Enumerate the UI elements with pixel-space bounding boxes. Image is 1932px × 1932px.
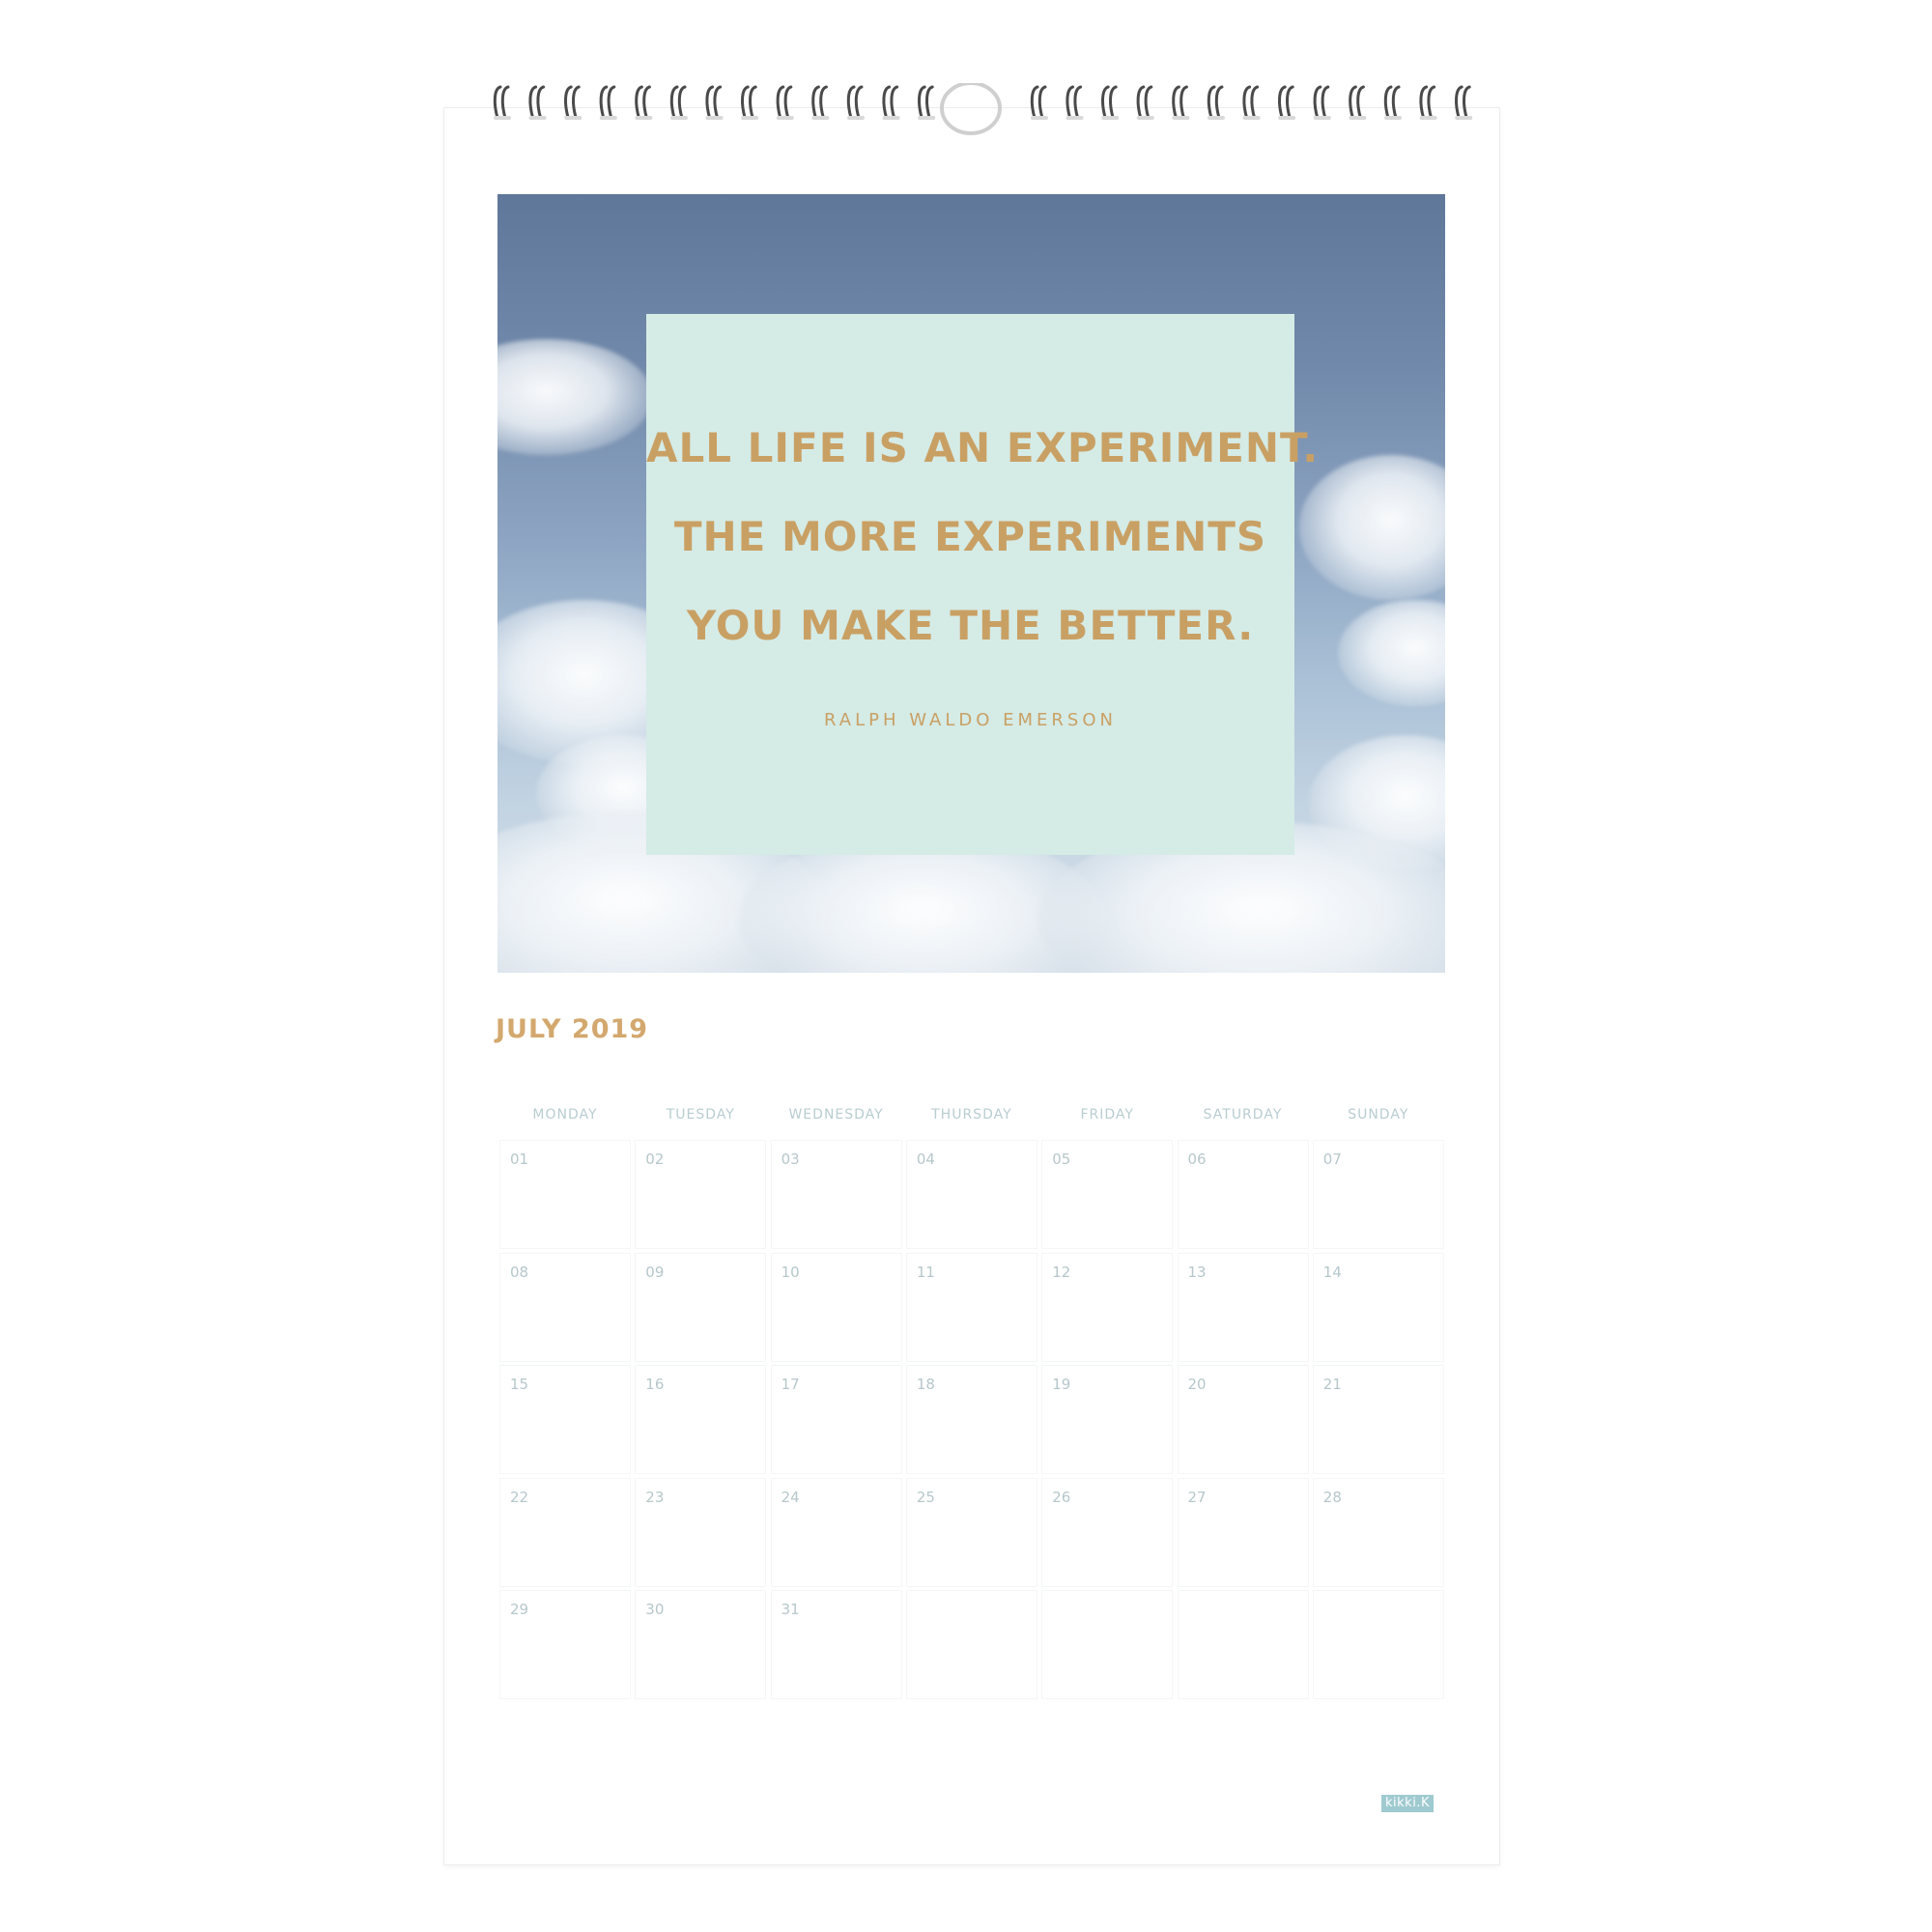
- binding-ring: [599, 85, 617, 120]
- binding-rings: [493, 83, 1473, 135]
- day-number: 13: [1187, 1263, 1207, 1281]
- weekday-header: FRIDAY: [1080, 1107, 1134, 1122]
- day-number: 25: [916, 1488, 935, 1506]
- cloud: [1299, 455, 1445, 600]
- day-number: 05: [1052, 1151, 1071, 1168]
- calendar-grid: MONDAY TUESDAY WEDNESDAY THURSDAY FRIDAY SATU…: [497, 1092, 1447, 1703]
- day-number: 08: [510, 1263, 529, 1281]
- quote-line-2: THE MORE EXPERIMENTS: [673, 513, 1267, 560]
- day-number: 29: [510, 1601, 529, 1618]
- wire-binding: [444, 83, 1499, 141]
- binding-ring: [528, 85, 547, 120]
- weekday-header: THURSDAY: [931, 1107, 1012, 1122]
- cloud: [1338, 600, 1445, 706]
- day-number: 28: [1322, 1488, 1342, 1506]
- weekday-header: TUESDAY: [666, 1107, 735, 1122]
- binding-ring: [918, 85, 936, 120]
- binding-ring: [1455, 85, 1473, 120]
- binding-ring: [635, 85, 653, 120]
- weekday-header: WEDNESDAY: [788, 1107, 884, 1122]
- day-number: 10: [781, 1263, 800, 1281]
- weekday-header: SUNDAY: [1348, 1107, 1409, 1122]
- binding-ring: [846, 85, 865, 120]
- day-number: 09: [645, 1263, 665, 1281]
- day-number: 19: [1052, 1376, 1071, 1393]
- day-cell: [1312, 1590, 1444, 1699]
- binding-ring: [1278, 85, 1296, 120]
- day-number: 06: [1187, 1151, 1207, 1168]
- binding-ring: [882, 85, 900, 120]
- binding-ring: [705, 85, 724, 120]
- cloud: [497, 339, 652, 455]
- day-number: 23: [645, 1488, 665, 1506]
- day-number: 07: [1322, 1151, 1342, 1168]
- binding-ring: [1101, 85, 1120, 120]
- brand-logo: kikki.K: [1381, 1795, 1434, 1812]
- day-number: 31: [781, 1601, 800, 1618]
- binding-ring: [1313, 85, 1331, 120]
- binding-ring: [1419, 85, 1437, 120]
- binding-ring: [811, 85, 830, 120]
- binding-ring: [1136, 85, 1154, 120]
- day-number: 21: [1322, 1376, 1342, 1393]
- binding-ring: [1065, 85, 1084, 120]
- binding-ring: [1207, 85, 1225, 120]
- binding-ring: [1349, 85, 1367, 120]
- day-number: 02: [645, 1151, 665, 1168]
- quote-line-1: ALL LIFE IS AN EXPERIMENT.: [646, 424, 1320, 471]
- binding-ring: [1383, 85, 1402, 120]
- day-number: 01: [510, 1151, 529, 1168]
- binding-ring: [493, 85, 511, 120]
- day-number: 03: [781, 1151, 800, 1168]
- day-number: 11: [916, 1263, 935, 1281]
- day-number: 22: [510, 1488, 529, 1506]
- binding-ring: [564, 85, 582, 120]
- weekday-header: MONDAY: [532, 1107, 598, 1122]
- binding-ring: [1030, 85, 1048, 120]
- day-number: 17: [781, 1376, 800, 1393]
- month-title: JULY 2019: [496, 1014, 649, 1044]
- day-number: 04: [916, 1151, 935, 1168]
- quote-author: RALPH WALDO EMERSON: [824, 710, 1117, 730]
- quote-card: ALL LIFE IS AN EXPERIMENT. THE MORE EXPE…: [646, 314, 1320, 855]
- day-number: 24: [781, 1488, 800, 1506]
- day-cell: [1177, 1590, 1309, 1699]
- day-cell: [1041, 1590, 1174, 1699]
- day-number: 26: [1052, 1488, 1071, 1506]
- day-number: 14: [1322, 1263, 1342, 1281]
- weekday-header: SATURDAY: [1203, 1107, 1283, 1122]
- binding-ring: [741, 85, 759, 120]
- binding-ring: [669, 85, 688, 120]
- day-number: 30: [645, 1601, 665, 1618]
- binding-ring: [1172, 85, 1190, 120]
- day-cell: [905, 1590, 1037, 1699]
- day-number: 18: [916, 1376, 935, 1393]
- binding-ring: [1242, 85, 1261, 120]
- day-number: 15: [510, 1376, 529, 1393]
- day-number: 12: [1052, 1263, 1071, 1281]
- day-number: 27: [1187, 1488, 1207, 1506]
- quote-line-3: YOU MAKE THE BETTER.: [686, 602, 1255, 649]
- cover-photo: ALL LIFE IS AN EXPERIMENT. THE MORE EXPE…: [497, 194, 1445, 973]
- hanger-loop: [940, 83, 1002, 135]
- binding-ring: [776, 85, 794, 120]
- day-number: 16: [645, 1376, 665, 1393]
- day-number: 20: [1187, 1376, 1207, 1393]
